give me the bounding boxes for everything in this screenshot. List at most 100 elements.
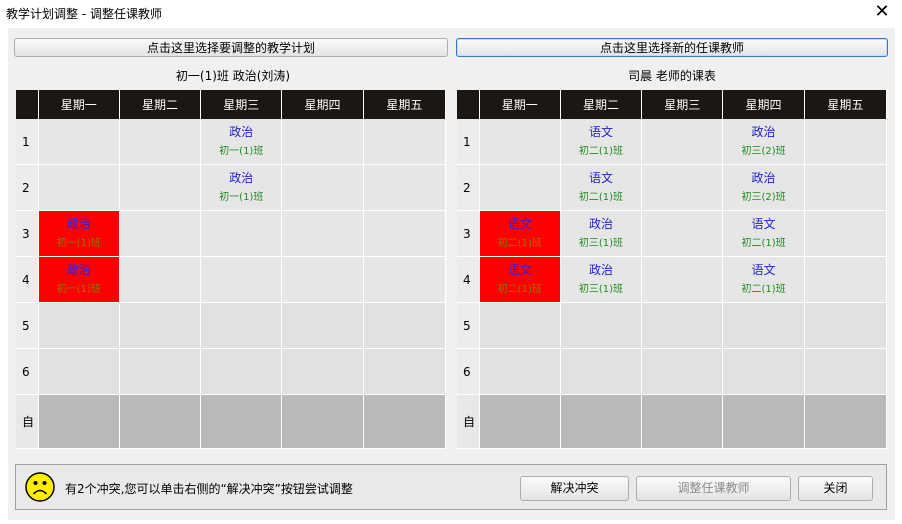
schedule-cell[interactable]: [38, 302, 120, 349]
schedule-cell[interactable]: [119, 119, 202, 165]
schedule-cell[interactable]: [479, 119, 561, 165]
schedule-cell[interactable]: [722, 348, 805, 395]
schedule-cell[interactable]: [363, 210, 447, 257]
schedule-cell[interactable]: [363, 394, 447, 449]
schedule-cell[interactable]: [804, 256, 888, 303]
period-label: 5: [457, 302, 480, 349]
window-title: 教学计划调整 - 调整任课教师: [6, 7, 162, 21]
schedule-cell[interactable]: [119, 210, 202, 257]
schedule-cell[interactable]: [119, 164, 202, 211]
schedule-cell[interactable]: [804, 394, 888, 449]
corner-header: [457, 90, 480, 119]
schedule-cell[interactable]: [722, 302, 805, 349]
select-plan-button[interactable]: 点击这里选择要调整的教学计划: [14, 38, 448, 57]
period-row: 4 政治 初一(1)班: [16, 256, 447, 303]
schedule-cell[interactable]: [119, 348, 202, 395]
schedule-cell[interactable]: 政治初三(2)班: [722, 164, 805, 211]
subject-label: 政治: [66, 263, 91, 277]
schedule-cell[interactable]: [363, 164, 447, 211]
schedule-cell[interactable]: 语文 初二(1)班: [479, 210, 561, 257]
schedule-cell[interactable]: 政治 初三(1)班: [560, 210, 643, 257]
schedule-cell[interactable]: [641, 164, 724, 211]
schedule-cell[interactable]: [363, 302, 447, 349]
schedule-cell[interactable]: [38, 348, 120, 395]
schedule-cell[interactable]: [200, 210, 283, 257]
schedule-cell[interactable]: [119, 394, 202, 449]
period-label: 自: [16, 394, 39, 449]
schedule-cell[interactable]: [281, 256, 364, 303]
schedule-cell[interactable]: [804, 302, 888, 349]
close-icon[interactable]: ✕: [872, 2, 892, 22]
subject-label: 政治: [751, 171, 776, 185]
close-button[interactable]: 关闭: [798, 476, 873, 501]
schedule-cell[interactable]: 语文 初二(1)班: [722, 256, 805, 303]
period-row: 5: [16, 302, 447, 349]
schedule-cell[interactable]: [560, 394, 643, 449]
class-label: 初三(2)班: [741, 192, 786, 203]
schedule-cell[interactable]: [363, 348, 447, 395]
class-label: 初二(1)班: [741, 238, 786, 249]
schedule-cell[interactable]: [281, 119, 364, 165]
schedule-cell[interactable]: [281, 302, 364, 349]
schedule-cell[interactable]: [200, 348, 283, 395]
corner-header: [16, 90, 39, 119]
schedule-cell[interactable]: [722, 394, 805, 449]
schedule-cell[interactable]: 政治 初三(1)班: [560, 256, 643, 303]
period-row: 2 语文 初二(1)班 政治 初三(2)班: [457, 164, 888, 211]
schedule-cell[interactable]: 语文 初二(1)班: [479, 256, 561, 303]
schedule-cell[interactable]: 语文 初二(1)班: [560, 119, 643, 165]
period-row: 4 语文 初二(1)班 政治 初三(1)班 语文 初二(1)班: [457, 256, 888, 303]
schedule-cell[interactable]: 政治 初三(2)班: [722, 119, 805, 165]
schedule-cell[interactable]: [281, 210, 364, 257]
period-label: 1: [457, 119, 480, 165]
period-row: 2 政治 初一(1)班: [16, 164, 447, 211]
schedule-cell[interactable]: 政治 初一(1)班: [200, 164, 283, 211]
schedule-cell[interactable]: [641, 256, 724, 303]
schedule-cell[interactable]: 语文 初二(1)班: [722, 210, 805, 257]
schedule-cell[interactable]: [119, 302, 202, 349]
schedule-cell[interactable]: [804, 210, 888, 257]
class-label: 初一(1)班: [219, 192, 264, 203]
schedule-cell[interactable]: [804, 119, 888, 165]
schedule-cell[interactable]: [560, 302, 643, 349]
schedule-cell[interactable]: [281, 164, 364, 211]
schedule-cell[interactable]: [281, 348, 364, 395]
schedule-cell[interactable]: [200, 394, 283, 449]
schedule-cell[interactable]: [38, 119, 120, 165]
schedule-cell[interactable]: [641, 348, 724, 395]
day-header: 星期五: [804, 90, 888, 119]
schedule-cell[interactable]: [641, 302, 724, 349]
schedule-cell[interactable]: [479, 302, 561, 349]
period-label: 5: [16, 302, 39, 349]
schedule-cell[interactable]: [479, 164, 561, 211]
schedule-cell[interactable]: [804, 348, 888, 395]
schedule-cell[interactable]: [363, 256, 447, 303]
schedule-cell[interactable]: [363, 119, 447, 165]
schedule-cell[interactable]: [804, 164, 888, 211]
schedule-cell[interactable]: [119, 256, 202, 303]
subject-label: 语文: [751, 263, 776, 277]
schedule-cell[interactable]: [560, 348, 643, 395]
resolve-conflict-button[interactable]: 解决冲突: [520, 476, 629, 501]
schedule-cell[interactable]: [200, 302, 283, 349]
schedule-cell[interactable]: [479, 394, 561, 449]
schedule-cell[interactable]: 语文 初二(1)班: [560, 164, 643, 211]
schedule-cell[interactable]: 政治 初一(1)班: [38, 210, 120, 257]
title-bar: 教学计划调整 - 调整任课教师 ✕: [0, 0, 902, 26]
schedule-cell[interactable]: 政治初一(1)班: [38, 256, 120, 303]
schedule-cell[interactable]: [200, 256, 283, 303]
day-header: 星期二: [560, 90, 643, 119]
schedule-cell[interactable]: [281, 394, 364, 449]
class-label: 初二(1)班: [578, 146, 624, 157]
adjust-teacher-button[interactable]: 调整任课教师: [636, 476, 791, 501]
schedule-cell[interactable]: [38, 164, 120, 211]
schedule-cell[interactable]: [641, 394, 724, 449]
schedule-cell[interactable]: [38, 394, 120, 449]
schedule-cell[interactable]: [479, 348, 561, 395]
schedule-cell[interactable]: [641, 119, 724, 165]
select-teacher-button[interactable]: 点击这里选择新的任课教师: [456, 38, 888, 57]
schedule-cell[interactable]: 政治 初一(1)班: [200, 119, 283, 165]
schedule-cell[interactable]: [641, 210, 724, 257]
class-label: 初一(1)班: [56, 284, 101, 295]
period-label: 4: [16, 256, 39, 303]
